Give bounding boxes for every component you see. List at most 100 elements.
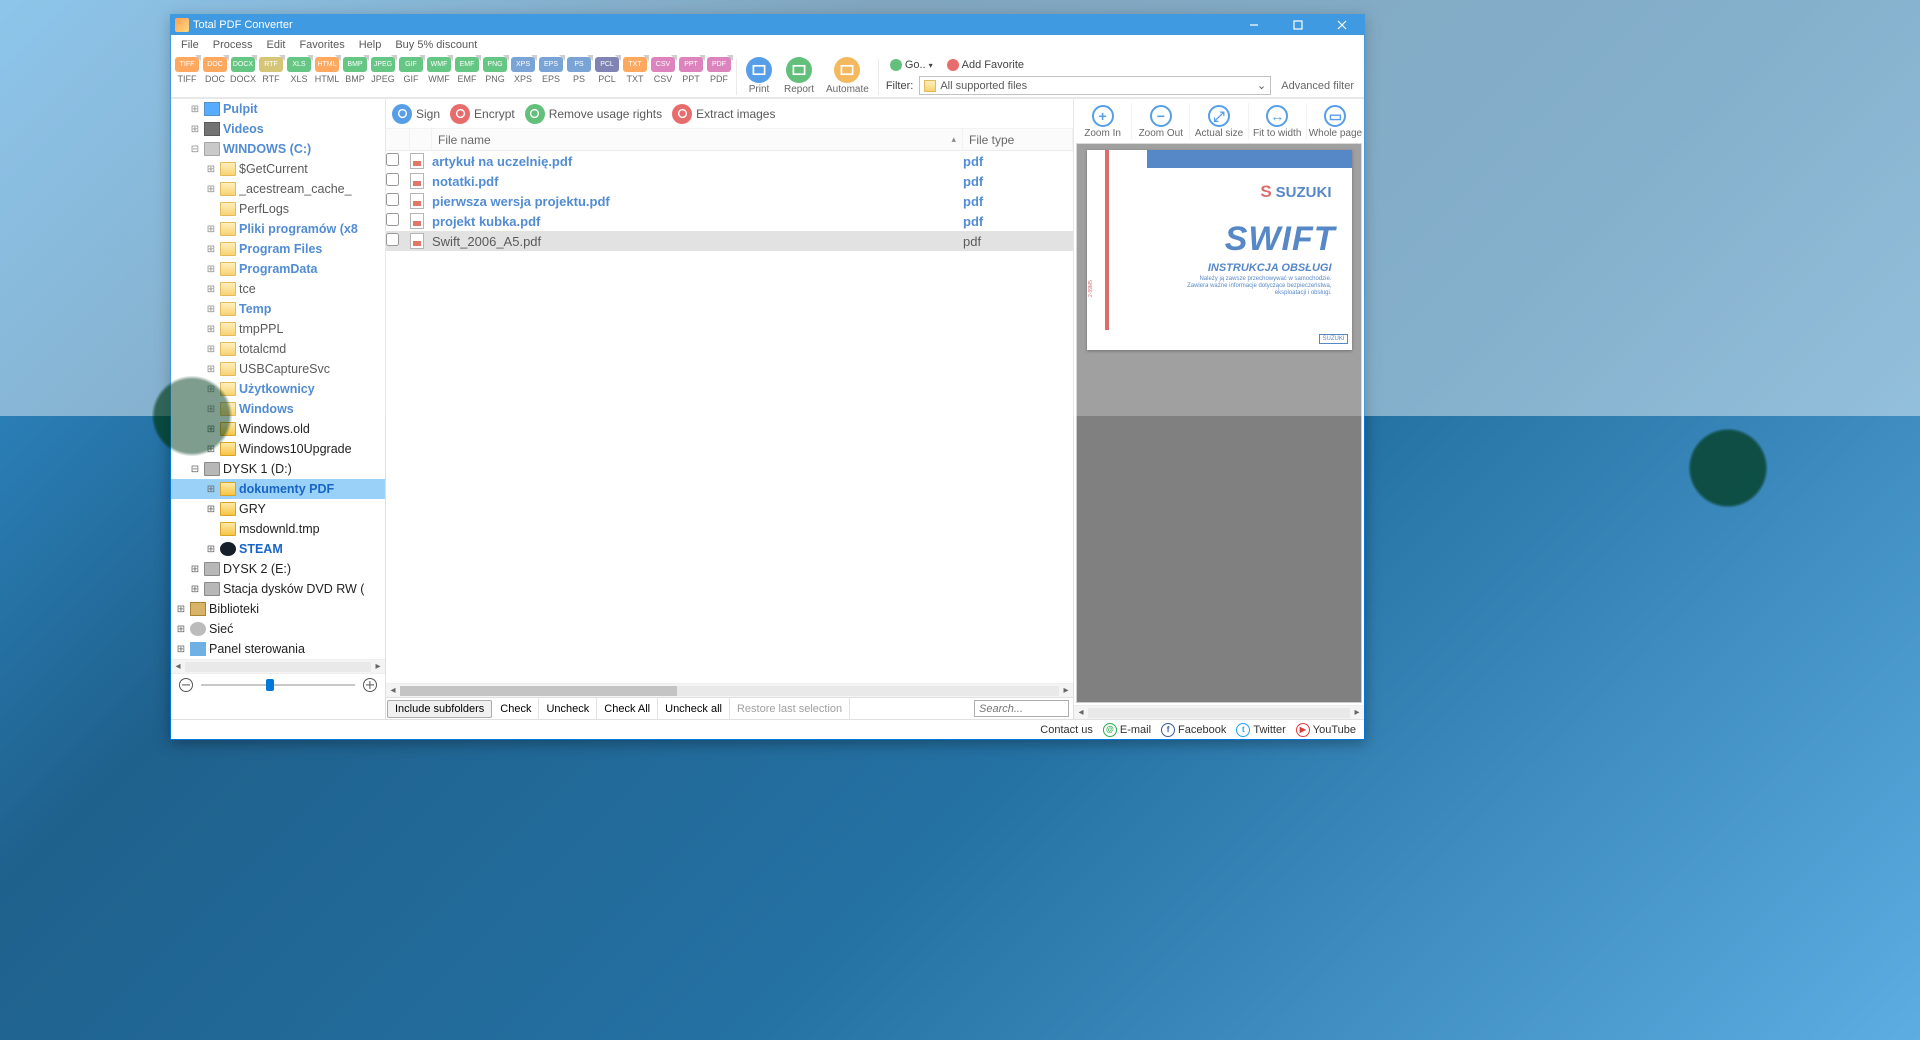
file-checkbox[interactable]: [386, 233, 399, 246]
tree-node[interactable]: ⊞tmpPPL: [171, 319, 385, 339]
file-list-h-scrollbar[interactable]: ◂▸: [386, 683, 1073, 697]
preview-h-scrollbar[interactable]: ◂▸: [1074, 705, 1364, 719]
tree-node[interactable]: ⊞Sieć: [171, 619, 385, 639]
tree-node[interactable]: ⊞Użytkownicy: [171, 379, 385, 399]
file-row[interactable]: Swift_2006_A5.pdfpdf: [386, 231, 1073, 251]
format-docx[interactable]: DOCXDOCX: [229, 57, 257, 86]
expand-icon[interactable]: ⊞: [205, 484, 217, 495]
format-doc[interactable]: DOCDOC: [201, 57, 229, 86]
tree-node[interactable]: msdownld.tmp: [171, 519, 385, 539]
report-button[interactable]: Report: [778, 57, 820, 97]
check-all-button[interactable]: Check All: [597, 698, 658, 719]
e-mail-link[interactable]: @E-mail: [1103, 723, 1151, 737]
tree-node[interactable]: ⊞tce: [171, 279, 385, 299]
preview-viewport[interactable]: SSUZUKI SWIFT INSTRUKCJA OBSŁUGI Należy …: [1076, 143, 1362, 703]
tree-node[interactable]: ⊞STEAM: [171, 539, 385, 559]
add-favorite-button[interactable]: Add Favorite: [943, 58, 1028, 72]
expand-icon[interactable]: ⊞: [205, 364, 217, 375]
tree-node[interactable]: ⊞Windows: [171, 399, 385, 419]
maximize-button[interactable]: [1276, 15, 1320, 35]
expand-icon[interactable]: ⊞: [205, 544, 217, 555]
menu-edit[interactable]: Edit: [260, 37, 291, 53]
zoom-out-icon[interactable]: [179, 678, 193, 692]
remove-usage-rights-button[interactable]: Remove usage rights: [525, 104, 662, 124]
zoom-out-button[interactable]: −Zoom Out: [1132, 103, 1190, 139]
expand-icon[interactable]: ⊞: [205, 324, 217, 335]
format-pcl[interactable]: PCLPCL: [593, 57, 621, 86]
zoom-in-icon[interactable]: [363, 678, 377, 692]
uncheck-all-button[interactable]: Uncheck all: [658, 698, 730, 719]
tree-node[interactable]: ⊞USBCaptureSvc: [171, 359, 385, 379]
file-checkbox[interactable]: [386, 153, 399, 166]
go-button[interactable]: Go.. ▾: [886, 58, 937, 72]
filter-combobox[interactable]: All supported files ⌄: [919, 76, 1271, 95]
tree-node[interactable]: ⊞$GetCurrent: [171, 159, 385, 179]
column-name[interactable]: File name: [438, 133, 491, 147]
tree-node[interactable]: ⊞GRY: [171, 499, 385, 519]
format-eps[interactable]: EPSEPS: [537, 57, 565, 86]
include-subfolders-toggle[interactable]: Include subfolders: [387, 700, 492, 718]
menu-file[interactable]: File: [175, 37, 205, 53]
file-row[interactable]: projekt kubka.pdfpdf: [386, 211, 1073, 231]
tree-node[interactable]: ⊞Pulpit: [171, 99, 385, 119]
file-row[interactable]: pierwsza wersja projektu.pdfpdf: [386, 191, 1073, 211]
tree-node[interactable]: PerfLogs: [171, 199, 385, 219]
format-txt[interactable]: TXTTXT: [621, 57, 649, 86]
expand-icon[interactable]: ⊟: [189, 464, 201, 475]
format-csv[interactable]: CSVCSV: [649, 57, 677, 86]
format-tiff[interactable]: TIFFTIFF: [173, 57, 201, 86]
tree-node[interactable]: ⊞Windows.old: [171, 419, 385, 439]
uncheck-button[interactable]: Uncheck: [539, 698, 597, 719]
expand-icon[interactable]: ⊞: [205, 264, 217, 275]
format-png[interactable]: PNGPNG: [481, 57, 509, 86]
minimize-button[interactable]: [1232, 15, 1276, 35]
title-bar[interactable]: Total PDF Converter: [171, 15, 1364, 35]
file-list-header[interactable]: File name▴ File type: [386, 129, 1073, 151]
tree-node[interactable]: ⊞Pliki programów (x8: [171, 219, 385, 239]
fit-to-width-button[interactable]: ↔Fit to width: [1249, 103, 1307, 139]
format-wmf[interactable]: WMFWMF: [425, 57, 453, 86]
file-list[interactable]: artykuł na uczelnię.pdfpdfnotatki.pdfpdf…: [386, 151, 1073, 683]
expand-icon[interactable]: ⊞: [175, 624, 187, 635]
tree-h-scrollbar[interactable]: ◂▸: [171, 659, 385, 673]
tree-node[interactable]: ⊞dokumenty PDF: [171, 479, 385, 499]
format-rtf[interactable]: RTFRTF: [257, 57, 285, 86]
tree-node[interactable]: ⊞DYSK 2 (E:): [171, 559, 385, 579]
tree-zoom-slider[interactable]: [171, 673, 385, 695]
advanced-filter-link[interactable]: Advanced filter: [1277, 80, 1358, 92]
folder-tree[interactable]: ⊞Pulpit⊞Videos⊟WINDOWS (C:)⊞$GetCurrent⊞…: [171, 99, 386, 659]
tree-node[interactable]: ⊞Stacja dysków DVD RW (: [171, 579, 385, 599]
twitter-link[interactable]: tTwitter: [1236, 723, 1285, 737]
file-checkbox[interactable]: [386, 193, 399, 206]
tree-node[interactable]: ⊞_acestream_cache_: [171, 179, 385, 199]
extract-images-button[interactable]: Extract images: [672, 104, 775, 124]
file-search-input[interactable]: [974, 700, 1069, 717]
expand-icon[interactable]: ⊞: [205, 424, 217, 435]
contact-us-link[interactable]: Contact us: [1040, 724, 1093, 736]
expand-icon[interactable]: ⊞: [205, 284, 217, 295]
sign-button[interactable]: Sign: [392, 104, 440, 124]
format-xls[interactable]: XLSXLS: [285, 57, 313, 86]
menu-buy-5-discount[interactable]: Buy 5% discount: [389, 37, 483, 53]
file-checkbox[interactable]: [386, 173, 399, 186]
tree-node[interactable]: ⊞Panel sterowania: [171, 639, 385, 659]
expand-icon[interactable]: ⊞: [189, 584, 201, 595]
close-button[interactable]: [1320, 15, 1364, 35]
tree-node[interactable]: ⊟DYSK 1 (D:): [171, 459, 385, 479]
expand-icon[interactable]: ⊞: [175, 604, 187, 615]
tree-node[interactable]: ⊞Windows10Upgrade: [171, 439, 385, 459]
file-row[interactable]: artykuł na uczelnię.pdfpdf: [386, 151, 1073, 171]
menu-favorites[interactable]: Favorites: [293, 37, 350, 53]
tree-node[interactable]: ⊞Videos: [171, 119, 385, 139]
expand-icon[interactable]: ⊟: [189, 144, 201, 155]
format-gif[interactable]: GIFGIF: [397, 57, 425, 86]
format-jpeg[interactable]: JPEGJPEG: [369, 57, 397, 86]
tree-node[interactable]: ⊞totalcmd: [171, 339, 385, 359]
tree-node[interactable]: ⊞Biblioteki: [171, 599, 385, 619]
file-checkbox[interactable]: [386, 213, 399, 226]
menu-process[interactable]: Process: [207, 37, 259, 53]
expand-icon[interactable]: ⊞: [205, 244, 217, 255]
format-xps[interactable]: XPSXPS: [509, 57, 537, 86]
format-ppt[interactable]: PPTPPT: [677, 57, 705, 86]
zoom-in-button[interactable]: +Zoom In: [1074, 103, 1132, 139]
